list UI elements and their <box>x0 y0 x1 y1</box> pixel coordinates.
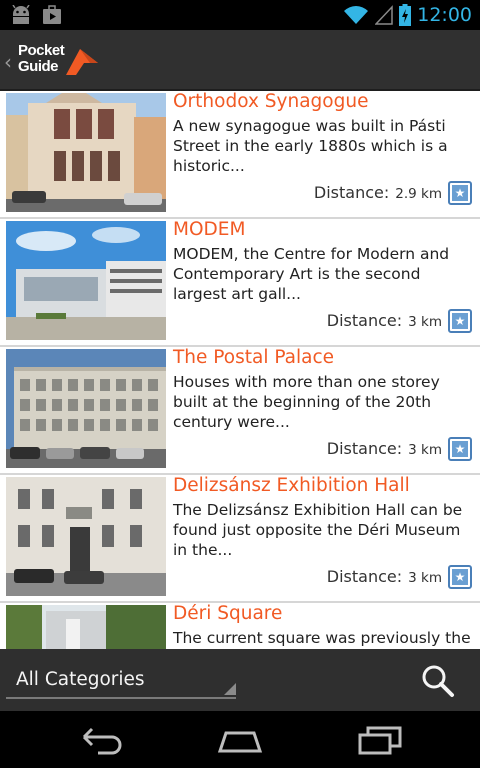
distance-value: 3 km <box>408 314 442 330</box>
star-icon: ★ <box>452 569 468 585</box>
dropdown-arrow-icon <box>224 683 236 695</box>
logo-line-1: Pocket <box>18 42 65 59</box>
distance-value: 2.9 km <box>395 186 442 202</box>
system-nav-bar <box>0 711 480 768</box>
place-description: The current square was previously the <box>173 629 471 647</box>
distance: Distance: 3 km <box>327 439 442 458</box>
back-icon <box>82 727 122 755</box>
place-thumbnail <box>6 477 166 596</box>
android-debug-icon <box>12 5 30 24</box>
back-button[interactable] <box>76 725 124 755</box>
logo-arrow-icon <box>66 49 98 75</box>
distance-label: Distance: <box>313 183 390 202</box>
distance: Distance: 2.9 km <box>314 183 442 202</box>
place-list[interactable]: Orthodox Synagogue A new synagogue was b… <box>0 91 480 649</box>
search-icon <box>422 665 454 697</box>
distance-value: 3 km <box>408 570 442 586</box>
place-title[interactable]: Orthodox Synagogue <box>173 91 368 112</box>
category-label: All Categories <box>16 669 145 690</box>
place-thumbnail <box>6 349 166 468</box>
list-item[interactable]: MODEM MODEM, the Centre for Modern and C… <box>0 219 480 347</box>
signal-icon <box>375 5 393 25</box>
list-item[interactable]: Déri Square The current square was previ… <box>0 603 480 649</box>
place-description: MODEM, the Centre for Modern and Contemp… <box>173 245 450 303</box>
wifi-icon <box>344 6 369 24</box>
pocket-guide-logo[interactable]: Pocket Guide <box>18 43 100 79</box>
play-store-icon <box>43 5 61 24</box>
list-item[interactable]: The Postal Palace Houses with more than … <box>0 347 480 475</box>
distance-value: 3 km <box>408 442 442 458</box>
category-dropdown[interactable]: All Categories <box>6 659 236 699</box>
place-title[interactable]: Delizsánsz Exhibition Hall <box>173 475 410 496</box>
star-icon: ★ <box>452 313 468 329</box>
place-thumbnail <box>6 605 166 649</box>
battery-charging-icon <box>399 4 412 26</box>
home-button[interactable] <box>216 725 264 755</box>
recent-apps-button[interactable] <box>356 725 404 755</box>
place-thumbnail <box>6 221 166 340</box>
place-description: Houses with more than one storey built a… <box>173 373 440 431</box>
distance: Distance: 3 km <box>327 311 442 330</box>
search-button[interactable] <box>420 663 458 699</box>
distance-label: Distance: <box>326 439 403 458</box>
place-title[interactable]: Déri Square <box>173 603 282 624</box>
favorite-button[interactable]: ★ <box>448 437 472 461</box>
distance-label: Distance: <box>326 311 403 330</box>
list-item[interactable]: Delizsánsz Exhibition Hall The Delizsáns… <box>0 475 480 603</box>
logo-line-2: Guide <box>18 58 59 75</box>
distance: Distance: 3 km <box>327 567 442 586</box>
clock: 12:00 <box>417 4 472 26</box>
place-title[interactable]: The Postal Palace <box>173 347 334 368</box>
favorite-button[interactable]: ★ <box>448 181 472 205</box>
back-chevron-icon[interactable]: ‹ <box>4 50 12 74</box>
place-description: The Delizsánsz Exhibition Hall can be fo… <box>173 501 463 559</box>
place-thumbnail <box>6 93 166 212</box>
logo-text: Pocket Guide <box>18 42 65 75</box>
home-icon <box>217 731 263 753</box>
list-item[interactable]: Orthodox Synagogue A new synagogue was b… <box>0 91 480 219</box>
recent-apps-icon <box>358 726 402 755</box>
action-bar: ‹ Pocket Guide <box>0 30 480 91</box>
distance-label: Distance: <box>326 567 403 586</box>
status-bar: 12:00 <box>0 0 480 30</box>
star-icon: ★ <box>452 185 468 201</box>
star-icon: ★ <box>452 441 468 457</box>
place-title[interactable]: MODEM <box>173 219 245 240</box>
filter-bar: All Categories <box>0 649 480 711</box>
favorite-button[interactable]: ★ <box>448 565 472 589</box>
favorite-button[interactable]: ★ <box>448 309 472 333</box>
place-description: A new synagogue was built in Pásti Stree… <box>173 117 448 175</box>
